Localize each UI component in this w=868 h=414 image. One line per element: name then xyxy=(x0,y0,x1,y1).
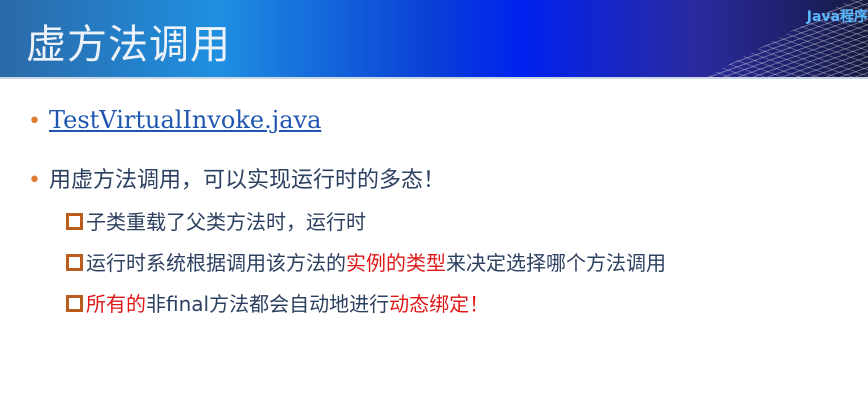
square-bullet-icon xyxy=(66,295,83,312)
slide-header: 虚方法调用 Java程序 xyxy=(0,0,868,77)
text: 来决定选择哪个方法调用 xyxy=(446,251,666,275)
text: ！ xyxy=(469,292,490,316)
file-link[interactable]: TestVirtualInvoke.java xyxy=(49,106,321,134)
text: 非final方法都会自动地进行 xyxy=(146,292,390,316)
bullet-icon: • xyxy=(28,109,41,134)
highlight-text: 实例的类型 xyxy=(346,251,446,275)
highlight-text: 所有的 xyxy=(86,292,146,316)
text: 子类重载了父类方法时，运行时 xyxy=(86,210,366,234)
header-decoration xyxy=(550,0,868,77)
sub-item: 运行时系统根据调用该方法的实例的类型来决定选择哪个方法调用 xyxy=(66,247,666,276)
brand-label: Java程序 xyxy=(806,9,868,25)
bullet-icon: • xyxy=(28,168,41,193)
slide-title: 虚方法调用 xyxy=(26,22,231,68)
square-bullet-icon xyxy=(66,213,83,230)
text: 运行时系统根据调用该方法的 xyxy=(86,251,346,275)
header-divider xyxy=(0,77,868,79)
square-bullet-icon xyxy=(66,254,83,271)
highlight-text: 动态绑定 xyxy=(389,292,470,316)
sub-item: 所有的非final方法都会自动地进行动态绑定！ xyxy=(66,288,489,317)
bullet-label: 用虚方法调用，可以实现运行时的多态！ xyxy=(48,168,445,193)
bullet-link: • TestVirtualInvoke.java xyxy=(28,106,321,134)
bullet-text: • 用虚方法调用，可以实现运行时的多态！ xyxy=(28,162,445,194)
sub-item: 子类重载了父类方法时，运行时 xyxy=(66,206,366,235)
